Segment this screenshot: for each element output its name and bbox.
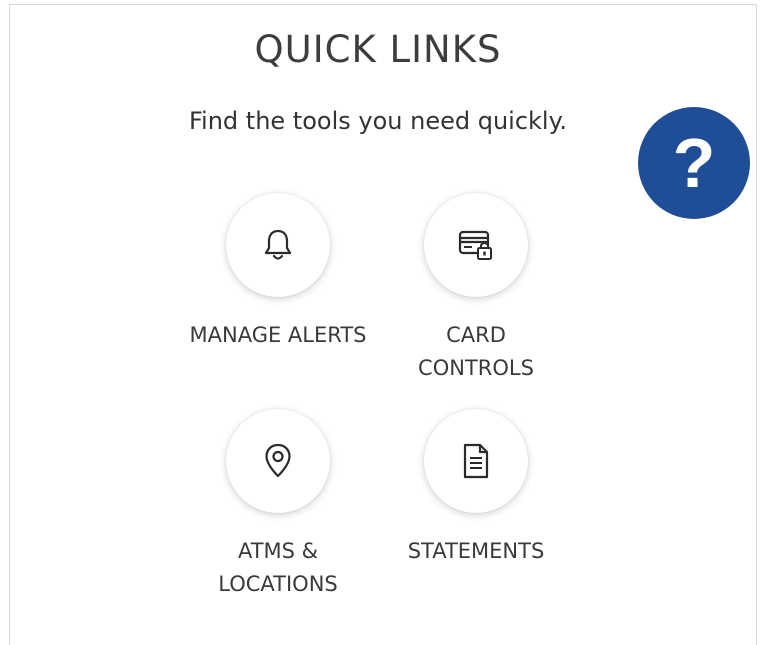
help-button[interactable]: ? <box>638 107 750 219</box>
statements-link[interactable]: STATEMENTS <box>376 409 576 568</box>
document-icon <box>463 443 489 479</box>
statements-icon-circle[interactable] <box>424 409 528 513</box>
atms-locations-icon-circle[interactable] <box>226 409 330 513</box>
page-title: QUICK LINKS <box>254 28 502 71</box>
card-controls-link[interactable]: CARD CONTROLS <box>376 193 576 385</box>
statements-label: STATEMENTS <box>407 539 545 563</box>
card-controls-label: CARD CONTROLS <box>418 323 534 380</box>
atms-locations-label: ATMS & LOCATIONS <box>218 539 338 596</box>
page-subtitle: Find the tools you need quickly. <box>188 107 567 135</box>
atms-locations-link[interactable]: ATMS & LOCATIONS <box>178 409 378 601</box>
card-lock-icon <box>458 230 492 260</box>
card-controls-icon-circle[interactable] <box>424 193 528 297</box>
manage-alerts-label: MANAGE ALERTS <box>189 323 367 347</box>
manage-alerts-link[interactable]: MANAGE ALERTS <box>178 193 378 352</box>
manage-alerts-icon-circle[interactable] <box>226 193 330 297</box>
bell-icon <box>264 229 292 260</box>
location-pin-icon <box>265 443 291 478</box>
